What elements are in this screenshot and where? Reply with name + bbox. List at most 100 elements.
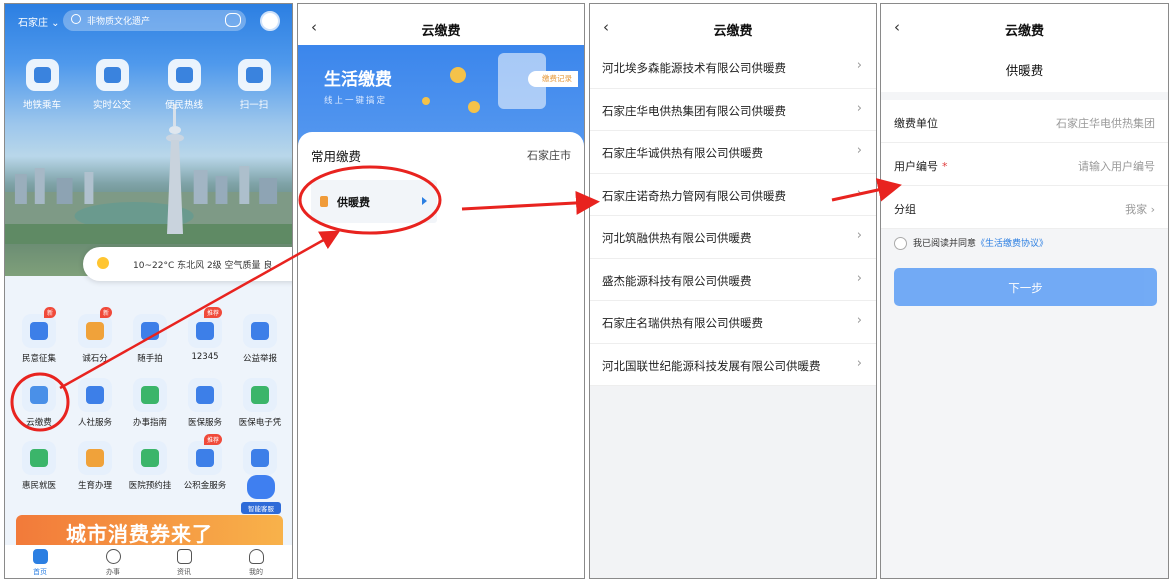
grid-label: 办事指南 — [132, 418, 167, 428]
tab-services[interactable]: 办事 — [93, 549, 133, 577]
company-list-item[interactable]: 石家庄诺奇热力管网有限公司供暖费 › — [590, 174, 876, 216]
grid-label: 随手拍 — [137, 354, 163, 364]
company-list-item[interactable]: 石家庄华电供热集团有限公司供暖费 › — [590, 89, 876, 131]
user-id-label: 用户编号 — [894, 160, 938, 173]
company-name: 石家庄华电供热集团有限公司供暖费 — [602, 103, 786, 118]
quick-scan[interactable]: 扫一扫 — [224, 59, 284, 111]
chevron-right-icon: › — [856, 270, 862, 286]
quick-metro[interactable]: 地铁乘车 — [12, 59, 72, 111]
company-name: 河北埃多森能源技术有限公司供暖费 — [602, 61, 786, 75]
snapshot-icon — [133, 314, 167, 348]
company-name: 石家庄华诚供热有限公司供暖费 — [602, 146, 763, 160]
birth-icon — [78, 441, 112, 475]
company-list-item[interactable]: 河北筑融供热有限公司供暖费 › — [590, 216, 876, 259]
robot-icon — [247, 475, 275, 499]
page-title: 云缴费 — [1004, 24, 1044, 39]
weather-bar[interactable]: 10~22°C 东北风 2级 空气质量 良 — [83, 247, 292, 281]
poll-icon: 新 — [22, 307, 56, 348]
avatar[interactable] — [260, 11, 280, 31]
quick-hotline[interactable]: 便民热线 — [154, 59, 214, 111]
tab-home[interactable]: 首页 — [20, 549, 60, 577]
unit-row: 缴费单位 石家庄华电供热集团 — [881, 100, 1168, 143]
chevron-right-icon: › — [856, 355, 862, 371]
section-title: 常用缴费 — [311, 149, 362, 164]
grid-item-credit[interactable]: 新诚石分 — [67, 307, 123, 364]
agreement-link[interactable]: 《生活缴费协议》 — [976, 239, 1048, 249]
city-skyline-image — [5, 166, 292, 244]
coin-icon — [450, 67, 466, 83]
grid-label: 公积金服务 — [183, 481, 227, 491]
hr-service-icon — [78, 378, 112, 412]
grid-label: 医保电子凭 — [238, 418, 282, 428]
company-name: 石家庄诺奇热力管网有限公司供暖费 — [602, 188, 786, 203]
company-list-item[interactable]: 河北埃多森能源技术有限公司供暖费 › — [590, 46, 876, 89]
compass-icon — [105, 549, 121, 564]
insurance-card-icon — [243, 378, 277, 412]
badge: 新 — [99, 307, 112, 318]
arrow-right-icon — [422, 197, 427, 205]
payment-form: 缴费单位 石家庄华电供热集团 用户编号 * 请输入用户编号 分组 我家 › — [881, 100, 1168, 229]
grid-item-snapshot[interactable]: 随手拍 — [122, 314, 178, 364]
grid-label: 人社服务 — [77, 418, 112, 428]
company-list-item[interactable]: 石家庄华诚供热有限公司供暖费 › — [590, 131, 876, 174]
grid-item-insurance-card[interactable]: 医保电子凭 — [232, 378, 288, 428]
more-icon — [243, 441, 277, 475]
grid-item-housing-fund[interactable]: 推荐 公积金服务 — [177, 434, 233, 491]
cloud-pay-icon — [22, 378, 56, 412]
common-payment-card: 常用缴费 石家庄市 供暖费 — [298, 132, 584, 578]
grid-item-hotline-12345[interactable]: 推荐 12345 — [177, 307, 233, 362]
banner-title: 生活缴费 — [324, 70, 392, 90]
chevron-right-icon: › — [856, 313, 862, 328]
group-selector[interactable]: 我家 › — [1125, 201, 1155, 217]
assistant-robot-icon[interactable] — [225, 13, 241, 27]
search-input[interactable]: 非物质文化遗产 — [63, 10, 246, 31]
grid-item-poll[interactable]: 新民意征集 — [11, 307, 67, 364]
grid-item-birth[interactable]: 生育办理 — [67, 441, 123, 491]
heating-fee-button[interactable]: 供暖费 — [311, 180, 437, 223]
grid-item-medical-insurance[interactable]: 医保服务 — [177, 378, 233, 428]
hotline-12345-icon: 推荐 — [188, 307, 222, 348]
grid-item-more[interactable] — [232, 441, 288, 479]
home-icon — [32, 549, 48, 564]
tab-news[interactable]: 资讯 — [164, 549, 204, 577]
smart-service-button[interactable]: 智能客服 — [241, 475, 281, 515]
consumption-coupon-banner[interactable]: 城市消费券来了 — [16, 515, 283, 545]
chevron-right-icon: › — [856, 143, 862, 158]
city-selector[interactable]: 石家庄 ⌄ — [18, 14, 60, 29]
unit-value: 石家庄华电供热集团 — [1056, 117, 1155, 130]
city-label[interactable]: 石家庄市 — [527, 147, 571, 163]
grid-item-health[interactable]: 惠民就医 — [11, 441, 67, 491]
next-step-button[interactable]: 下一步 — [894, 268, 1157, 306]
tab-mine[interactable]: 我的 — [236, 549, 276, 577]
required-mark: * — [942, 160, 948, 173]
grid-item-cloud-pay[interactable]: 云缴费 — [11, 378, 67, 428]
agreement-checkbox[interactable] — [894, 237, 907, 250]
unit-label: 缴费单位 — [894, 117, 938, 130]
quick-bus[interactable]: 实时公交 — [82, 59, 142, 111]
grid-item-hr-service[interactable]: 人社服务 — [67, 378, 123, 428]
home-screen: 石家庄 ⌄ 非物质文化遗产 地铁乘车 实时公交 便民热线 扫一扫 10~22°C… — [4, 3, 293, 579]
coin-icon — [422, 97, 430, 105]
back-icon[interactable]: ‹ — [311, 18, 317, 36]
company-list-item[interactable]: 河北国联世纪能源科技发展有限公司供暖费 › — [590, 344, 876, 386]
company-name: 盛杰能源科技有限公司供暖费 — [602, 273, 752, 288]
payment-record-button[interactable]: 缴费记录 — [528, 71, 578, 87]
grid-label: 生育办理 — [77, 481, 112, 491]
back-icon[interactable]: ‹ — [894, 18, 900, 36]
user-id-input[interactable]: 请输入用户编号 — [1078, 158, 1155, 174]
report-icon — [243, 314, 277, 348]
grid-label: 公益举报 — [242, 354, 277, 364]
company-name: 河北国联世纪能源科技发展有限公司供暖费 — [602, 358, 821, 373]
back-icon[interactable]: ‹ — [603, 18, 609, 36]
company-list-item[interactable]: 盛杰能源科技有限公司供暖费 › — [590, 259, 876, 301]
group-row[interactable]: 分组 我家 › — [881, 186, 1168, 229]
company-list: 河北埃多森能源技术有限公司供暖费 › 石家庄华电供热集团有限公司供暖费 › 石家庄华诚供… — [590, 46, 876, 386]
health-icon — [22, 441, 56, 475]
company-list-item[interactable]: 石家庄名瑞供热有限公司供暖费 › — [590, 301, 876, 344]
grid-item-hospital-booking[interactable]: 医院预约挂 — [122, 441, 178, 491]
grid-item-guide[interactable]: 办事指南 — [122, 378, 178, 428]
grid-label: 民意征集 — [21, 354, 56, 364]
badge: 推荐 — [203, 307, 222, 318]
hospital-booking-icon — [133, 441, 167, 475]
grid-item-report[interactable]: 公益举报 — [232, 314, 288, 364]
